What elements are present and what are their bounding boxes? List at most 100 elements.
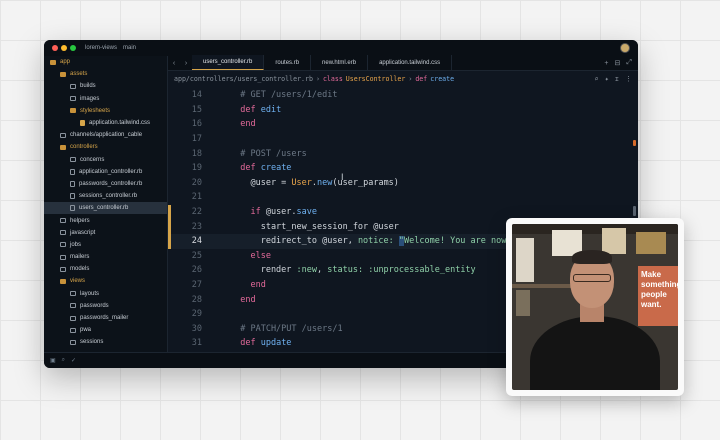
code-token: redirect_to @user, xyxy=(230,236,358,247)
folder-outline-icon xyxy=(60,230,66,236)
editor-tab[interactable]: new.html.erb xyxy=(311,55,369,70)
breadcrumb-class[interactable]: UsersController xyxy=(346,75,406,83)
tree-item[interactable]: jobs xyxy=(44,239,167,251)
code-token: end xyxy=(230,280,266,291)
tree-item[interactable]: sessions_controller.rb xyxy=(44,190,167,202)
code-line[interactable]: 18 # POST /users xyxy=(168,146,638,161)
code-token: @user = xyxy=(230,177,292,188)
tree-item[interactable]: concerns xyxy=(44,154,167,166)
editor-tab[interactable]: users_controller.rb xyxy=(192,55,265,70)
check-icon[interactable]: ✓ xyxy=(71,357,76,364)
folder-outline-icon xyxy=(70,96,76,102)
expand-icon[interactable]: ⤢ xyxy=(626,59,632,67)
tab-bar: ‹ › users_controller.rb routes.rb new.html… xyxy=(168,55,638,71)
more-icon[interactable]: ⋮ xyxy=(625,75,632,83)
folder-outline-icon xyxy=(70,315,76,321)
code-token: # GET /users/1/edit xyxy=(230,90,338,101)
tree-item[interactable]: application.tailwind.css xyxy=(44,117,167,129)
close-window-button[interactable] xyxy=(52,45,58,51)
code-token: notice: xyxy=(357,236,399,247)
code-line[interactable]: 20 @user = User.new(user_params) xyxy=(168,176,638,191)
git-change-marker xyxy=(168,219,171,234)
code-text: @user = User.new(user_params) xyxy=(202,177,398,188)
code-line[interactable]: 14 # GET /users/1/edit xyxy=(168,88,638,103)
tree-item-label: sessions xyxy=(80,339,104,346)
tree-item[interactable]: passwords xyxy=(44,300,167,312)
tree-item[interactable]: passwords_controller.rb xyxy=(44,178,167,190)
tree-item-label: assets xyxy=(70,71,88,78)
webcam-video: Make something people want. xyxy=(512,224,678,390)
maximize-window-button[interactable] xyxy=(70,45,76,51)
minimize-window-button[interactable] xyxy=(61,45,67,51)
branch-name[interactable]: main xyxy=(123,45,136,51)
folder-outline-icon xyxy=(60,254,66,260)
tree-item[interactable]: images xyxy=(44,93,167,105)
code-line[interactable]: 15 def edit xyxy=(168,103,638,118)
editor-tab[interactable]: application.tailwind.css xyxy=(368,55,453,70)
tree-item[interactable]: passwords_mailer xyxy=(44,312,167,324)
folder-outline-icon xyxy=(70,83,76,89)
code-line[interactable]: 21 xyxy=(168,190,638,205)
breadcrumb-keyword-def: def xyxy=(415,75,428,83)
tree-item[interactable]: application_controller.rb xyxy=(44,166,167,178)
tree-item[interactable]: views xyxy=(44,275,167,287)
tree-item-label: sessions_controller.rb xyxy=(79,193,138,200)
code-token: if xyxy=(230,207,266,218)
tree-item[interactable]: helpers xyxy=(44,214,167,226)
line-number: 15 xyxy=(191,104,202,115)
tree-item[interactable]: pwa xyxy=(44,324,167,336)
tree-item[interactable]: builds xyxy=(44,80,167,92)
tree-item[interactable]: sessions xyxy=(44,336,167,348)
tree-item-label: mailers xyxy=(70,254,90,261)
code-line[interactable]: 17 xyxy=(168,132,638,147)
tree-item[interactable]: mailers xyxy=(44,251,167,263)
folder-outline-icon xyxy=(70,157,76,163)
line-number: 19 xyxy=(191,163,202,174)
code-line[interactable]: 19 def create xyxy=(168,161,638,176)
code-token: def xyxy=(230,163,261,174)
line-number: 29 xyxy=(191,309,202,320)
plus-icon[interactable]: + xyxy=(604,60,608,67)
split-icon[interactable]: ⊟ xyxy=(615,59,621,67)
title-bar: lorem-views main xyxy=(44,40,638,56)
code-text: end xyxy=(202,119,255,129)
code-token: edit xyxy=(260,104,282,115)
tree-item-label: helpers xyxy=(70,217,90,224)
code-token: def xyxy=(230,338,261,349)
tree-item-label: application.tailwind.css xyxy=(89,120,151,127)
tree-item[interactable]: javascript xyxy=(44,227,167,239)
breadcrumb-path[interactable]: app/controllers/users_controller.rb xyxy=(174,75,313,83)
tree-item[interactable]: users_controller.rb xyxy=(44,202,167,215)
back-arrow-icon[interactable]: ‹ xyxy=(168,60,180,67)
tree-item[interactable]: assets xyxy=(44,68,167,80)
tree-item[interactable]: layouts xyxy=(44,288,167,300)
tree-item[interactable]: stylesheets xyxy=(44,105,167,117)
editor-tab[interactable]: routes.rb xyxy=(264,55,312,70)
code-text: # PATCH/PUT /users/1 xyxy=(202,324,342,334)
line-number: 18 xyxy=(191,148,202,159)
user-avatar[interactable] xyxy=(620,43,630,53)
panel-icon[interactable]: ▣ xyxy=(50,357,56,364)
tree-item-label: jobs xyxy=(70,241,82,248)
project-name[interactable]: lorem-views xyxy=(85,45,117,51)
tree-item[interactable]: app xyxy=(44,56,167,68)
code-text: def update xyxy=(202,338,291,348)
search-icon[interactable]: ⌕ xyxy=(594,75,598,83)
code-token: start_new_session_for @user xyxy=(230,221,399,232)
tree-item-label: concerns xyxy=(80,156,105,163)
code-token: Welcome! You are now s xyxy=(404,236,517,247)
info-icon[interactable]: ɪ xyxy=(615,75,619,83)
magic-icon[interactable]: ✦ xyxy=(605,75,609,83)
code-line[interactable]: 16 end xyxy=(168,117,638,132)
tree-item-label: views xyxy=(70,278,86,285)
code-token: status: :unprocessable_entity xyxy=(327,265,476,276)
search-icon[interactable]: ⌕ xyxy=(62,357,65,364)
forward-arrow-icon[interactable]: › xyxy=(180,60,192,67)
tree-item[interactable]: controllers xyxy=(44,141,167,153)
code-token: :new xyxy=(296,265,318,276)
folder-outline-icon xyxy=(60,242,66,248)
line-number: 21 xyxy=(191,192,202,203)
breadcrumb-method[interactable]: create xyxy=(430,75,454,83)
tree-item[interactable]: channels/application_cable xyxy=(44,129,167,141)
tree-item[interactable]: models xyxy=(44,263,167,275)
